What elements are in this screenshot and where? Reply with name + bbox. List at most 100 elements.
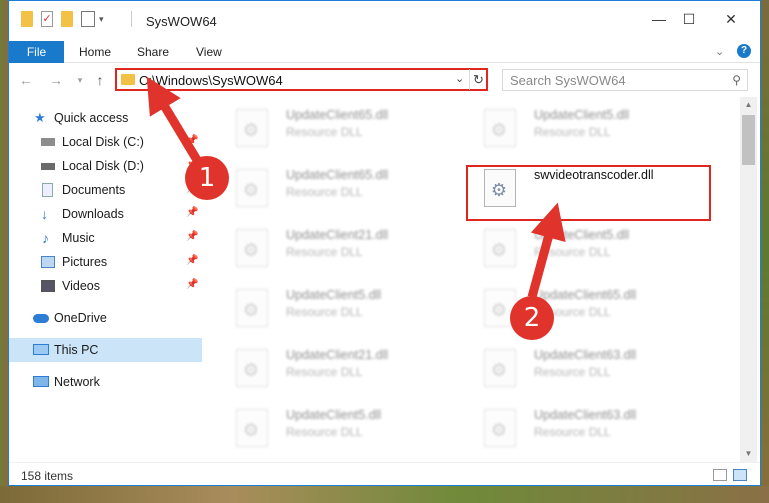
expand-ribbon-icon[interactable]: ⌄ xyxy=(715,45,724,58)
highlight-box-dll xyxy=(466,165,711,221)
gear-icon: ⚙ xyxy=(242,240,260,260)
gear-icon: ⚙ xyxy=(242,300,260,320)
file-item[interactable]: ⚙ UpdateClient65.dll Resource DLL xyxy=(224,101,454,157)
tab-share[interactable]: Share xyxy=(137,41,169,63)
details-view-icon[interactable] xyxy=(713,469,727,481)
folder-icon[interactable] xyxy=(21,11,33,27)
desktop-background-right xyxy=(761,0,769,503)
file-type: Resource DLL xyxy=(534,365,611,379)
step-marker-1: 1 xyxy=(185,156,229,200)
gear-icon: ⚙ xyxy=(242,360,260,380)
file-item[interactable]: ⚙ UpdateClient65.dll Resource DLL xyxy=(224,161,454,217)
new-folder-icon[interactable] xyxy=(61,11,73,27)
tab-view[interactable]: View xyxy=(196,41,222,63)
nav-item-quick-access[interactable]: ★ Quick access xyxy=(9,106,202,130)
scrollbar-thumb[interactable] xyxy=(742,115,755,165)
dll-file-icon: ⚙ xyxy=(236,289,268,327)
file-item[interactable]: ⚙ UpdateClient63.dll Resource DLL xyxy=(472,341,702,397)
file-type: Resource DLL xyxy=(286,425,363,439)
file-item[interactable]: ⚙ UpdateClient21.dll Resource DLL xyxy=(224,341,454,397)
window-title: SysWOW64 xyxy=(146,14,217,29)
file-type: Resource DLL xyxy=(286,245,363,259)
dll-file-icon: ⚙ xyxy=(236,169,268,207)
nav-item-downloads[interactable]: ↓ Downloads 📌 xyxy=(9,202,202,226)
pin-icon[interactable]: 📌 xyxy=(186,255,198,266)
file-type: Resource DLL xyxy=(286,185,363,199)
nav-item-videos[interactable]: Videos 📌 xyxy=(9,274,202,298)
dll-file-icon: ⚙ xyxy=(484,109,516,147)
address-bar[interactable]: C:\Windows\SysWOW64 ⌄ ↻ xyxy=(115,68,488,91)
recent-locations-icon[interactable]: ▾ xyxy=(71,71,89,89)
gear-icon: ⚙ xyxy=(242,120,260,140)
title-bar: ✓ ▾ SysWOW64 — ☐ ✕ xyxy=(9,1,760,41)
pin-icon[interactable]: 📌 xyxy=(186,279,198,290)
forward-arrow-icon[interactable]: → xyxy=(47,71,65,89)
refresh-icon[interactable]: ↻ xyxy=(469,69,487,90)
dll-file-icon: ⚙ xyxy=(236,409,268,447)
customize-quick-access-icon[interactable] xyxy=(81,11,95,27)
gear-icon: ⚙ xyxy=(490,300,508,320)
file-name: UpdateClient65.dll xyxy=(286,168,389,182)
large-icons-view-icon[interactable] xyxy=(733,469,747,481)
nav-item-local-disk-c[interactable]: Local Disk (C:) 📌 xyxy=(9,130,202,154)
file-item[interactable]: ⚙ UpdateClient5.dll Resource DLL xyxy=(224,401,454,457)
chevron-down-icon[interactable]: ⌄ xyxy=(455,72,464,85)
status-bar: 158 items xyxy=(9,462,760,485)
up-arrow-icon[interactable]: ↑ xyxy=(91,71,109,89)
pin-icon[interactable]: 📌 xyxy=(186,207,198,218)
computer-icon xyxy=(33,344,49,355)
search-placeholder[interactable]: Search SysWOW64 xyxy=(510,73,626,88)
gear-icon: ⚙ xyxy=(242,420,260,440)
pin-icon[interactable]: 📌 xyxy=(186,231,198,242)
cloud-icon xyxy=(33,314,49,323)
search-box[interactable]: Search SysWOW64 ⚲ xyxy=(502,69,748,91)
nav-item-network[interactable]: Network xyxy=(9,370,202,394)
file-item[interactable]: ⚙ UpdateClient5.dll Resource DLL xyxy=(472,221,702,277)
nav-item-this-pc[interactable]: This PC xyxy=(9,338,202,362)
properties-icon[interactable]: ✓ xyxy=(41,11,53,27)
file-item[interactable]: ⚙ UpdateClient65.dll Resource DLL xyxy=(472,281,702,337)
nav-item-pictures[interactable]: Pictures 📌 xyxy=(9,250,202,274)
pin-icon[interactable]: 📌 xyxy=(186,135,198,146)
tab-file[interactable]: File xyxy=(9,41,64,63)
file-item[interactable]: ⚙ UpdateClient5.dll Resource DLL xyxy=(224,281,454,337)
close-button[interactable]: ✕ xyxy=(721,10,741,28)
nav-item-label: Quick access xyxy=(54,111,129,125)
file-type: Resource DLL xyxy=(286,365,363,379)
drive-icon xyxy=(41,138,55,146)
nav-item-onedrive[interactable]: OneDrive xyxy=(9,306,202,330)
help-icon[interactable]: ? xyxy=(737,44,751,58)
file-item[interactable]: ⚙ UpdateClient5.dll Resource DLL xyxy=(472,101,702,157)
nav-item-label: Music xyxy=(62,231,95,245)
file-name: UpdateClient21.dll xyxy=(286,348,389,362)
maximize-button[interactable]: ☐ xyxy=(679,10,699,28)
nav-item-label: Pictures xyxy=(62,255,108,269)
nav-item-label: This PC xyxy=(54,343,99,357)
step-marker-2: 2 xyxy=(510,296,554,340)
nav-item-local-disk-d[interactable]: Local Disk (D:) 📌 xyxy=(9,154,202,178)
tab-home[interactable]: Home xyxy=(79,41,111,63)
scroll-down-icon[interactable]: ▼ xyxy=(740,446,757,462)
search-icon[interactable]: ⚲ xyxy=(732,73,741,87)
nav-item-documents[interactable]: Documents 📌 xyxy=(9,178,202,202)
dropdown-icon[interactable]: ▾ xyxy=(99,11,109,27)
file-item[interactable]: ⚙ UpdateClient21.dll Resource DLL xyxy=(224,221,454,277)
file-type: Resource DLL xyxy=(534,245,611,259)
download-icon: ↓ xyxy=(41,206,48,222)
nav-item-label: OneDrive xyxy=(54,311,107,325)
scroll-up-icon[interactable]: ▲ xyxy=(740,97,757,113)
gear-icon: ⚙ xyxy=(490,240,508,260)
star-icon: ★ xyxy=(34,110,46,125)
minimize-button[interactable]: — xyxy=(649,10,669,28)
nav-item-label: Network xyxy=(54,375,100,389)
navigation-pane: ★ Quick access Local Disk (C:) 📌 Local D… xyxy=(9,97,202,462)
address-path[interactable]: C:\Windows\SysWOW64 xyxy=(139,73,283,88)
dll-file-icon: ⚙ xyxy=(484,349,516,387)
vertical-scrollbar[interactable]: ▲ ▼ xyxy=(740,97,757,462)
item-count: 158 items xyxy=(21,469,74,483)
file-name: UpdateClient5.dll xyxy=(286,408,382,422)
drive-icon xyxy=(41,163,55,170)
back-arrow-icon[interactable]: ← xyxy=(17,71,35,89)
nav-item-music[interactable]: ♪ Music 📌 xyxy=(9,226,202,250)
file-item[interactable]: ⚙ UpdateClient63.dll Resource DLL xyxy=(472,401,702,457)
